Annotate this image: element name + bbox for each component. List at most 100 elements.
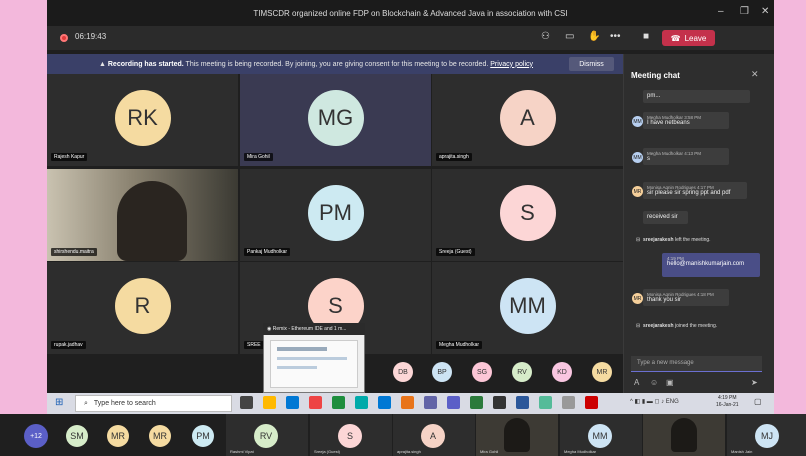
- system-user: sreejarakesh: [642, 237, 674, 243]
- strip-avatar[interactable]: SG: [472, 362, 492, 382]
- message-text: hello@manishkumarjain.com: [667, 261, 745, 267]
- taskbar-app-icon[interactable]: [309, 396, 322, 409]
- clock-time: 4:19 PM: [717, 395, 737, 401]
- notifications-icon[interactable]: ▢: [754, 397, 762, 406]
- bottom-tile-avatar: MJ: [755, 424, 779, 448]
- emoji-icon[interactable]: ☺: [650, 378, 658, 387]
- banner-body: This meeting is being recorded. By joini…: [183, 60, 491, 68]
- chat-system-message: ⊟ sreejarakesh joined the meeting.: [636, 323, 718, 329]
- message-text: thank you sir: [647, 297, 682, 303]
- windows-start-icon[interactable]: ⊞: [55, 397, 63, 408]
- strip-avatar[interactable]: DB: [393, 362, 413, 382]
- participant-name: shirshendu.maitra: [51, 248, 97, 256]
- bottom-tile-name: Mira Gohil: [480, 449, 499, 454]
- bottom-tile-name: Sreeja (Guest): [314, 449, 341, 454]
- taskbar-app-icon[interactable]: [562, 396, 575, 409]
- video-tile[interactable]: MG Mira Gohil: [240, 74, 431, 166]
- video-tile[interactable]: PM Pankaj Mudholkar: [240, 169, 431, 261]
- participant-avatar: PM: [307, 185, 364, 241]
- browser-icon: ◉: [267, 326, 272, 332]
- taskbar-app-icon[interactable]: [263, 396, 276, 409]
- preview-image: [270, 340, 358, 388]
- taskbar-app-icon[interactable]: [447, 396, 460, 409]
- bottom-tile-name: aprajita.singh: [397, 449, 421, 454]
- video-tile[interactable]: Aaprajita.singh: [432, 74, 623, 166]
- chat-message: Megha Mudholkar 4:13 PM s: [643, 148, 729, 165]
- gif-icon[interactable]: ▣: [666, 378, 674, 387]
- system-text: joined the meeting.: [673, 323, 718, 329]
- taskbar-app-icon[interactable]: [332, 396, 345, 409]
- video-tile[interactable]: S Sreeja (Guest): [432, 169, 623, 261]
- chat-icon[interactable]: ▭: [565, 31, 574, 42]
- participant-name: rupak.jadhav: [51, 341, 86, 349]
- banner-text: ▲ Recording has started. This meeting is…: [99, 60, 534, 68]
- preview-line: [277, 357, 347, 360]
- maximize-button[interactable]: ❐: [740, 6, 749, 17]
- recording-icon: [60, 34, 68, 42]
- video-tile[interactable]: Rrupak.jadhav: [47, 262, 238, 354]
- taskbar-app-icon[interactable]: [286, 396, 299, 409]
- bottom-tile-name: Rashmi Vipat: [230, 449, 254, 454]
- taskbar-clock[interactable]: 4:19 PM 16-Jan-21: [716, 395, 739, 409]
- preview-title-text: Remix - Ethereum IDE and 1 m...: [272, 326, 347, 332]
- taskbar-app-icon[interactable]: [585, 396, 598, 409]
- close-button[interactable]: ✕: [761, 6, 769, 17]
- taskbar-preview-title: ◉ Remix - Ethereum IDE and 1 m...: [263, 323, 365, 335]
- strip-avatar[interactable]: BP: [432, 362, 452, 382]
- raise-hand-icon[interactable]: ✋: [588, 31, 600, 42]
- taskbar-app-icon[interactable]: [493, 396, 506, 409]
- more-participants-badge[interactable]: +12: [24, 424, 48, 448]
- dismiss-button[interactable]: Dismiss: [569, 57, 614, 71]
- taskbar-app-icon[interactable]: [240, 396, 253, 409]
- chat-close-icon[interactable]: ✕: [751, 69, 759, 80]
- participant-avatar: S: [499, 185, 556, 241]
- taskbar-search[interactable]: ⌕ Type here to search: [75, 395, 232, 412]
- video-tile[interactable]: shirshendu.maitra: [47, 169, 238, 261]
- taskbar-app-icon[interactable]: [424, 396, 437, 409]
- bottom-avatar[interactable]: PM: [192, 425, 214, 447]
- taskbar-app-icon[interactable]: [355, 396, 368, 409]
- window-titlebar: TIMSCDR organized online FDP on Blockcha…: [47, 0, 774, 26]
- language-indicator[interactable]: ENG: [666, 399, 679, 405]
- more-actions-icon[interactable]: •••: [610, 31, 621, 42]
- participant-name: Pankaj Mudholkar: [244, 248, 291, 256]
- minimize-button[interactable]: –: [718, 6, 724, 17]
- bottom-avatar[interactable]: SM: [66, 425, 88, 447]
- bottom-tile-avatar: MM: [588, 424, 612, 448]
- participant-avatar: R: [114, 278, 171, 334]
- meeting-timer: 06:19:43: [75, 32, 107, 41]
- system-tray: ^ ◧ ▮ ▬ ◻ ♪ ENG: [630, 399, 679, 405]
- strip-avatar[interactable]: RV: [512, 362, 532, 382]
- strip-avatar[interactable]: KD: [552, 362, 572, 382]
- taskbar-app-icon[interactable]: [401, 396, 414, 409]
- chat-system-message: ⊟ sreejarakesh left the meeting.: [636, 237, 711, 243]
- bottom-tile-name: Megha Mudholkar: [564, 449, 597, 454]
- strip-avatar[interactable]: MR: [592, 362, 612, 382]
- window-title: TIMSCDR organized online FDP on Blockcha…: [253, 8, 568, 18]
- bottom-tile-avatar: RV: [254, 424, 278, 448]
- message-text: I have netbeans: [647, 120, 690, 126]
- taskbar-app-icon[interactable]: [378, 396, 391, 409]
- system-user: sreejarakesh: [642, 323, 674, 329]
- privacy-policy-link[interactable]: Privacy policy: [490, 61, 533, 68]
- taskbar-app-icon[interactable]: [470, 396, 483, 409]
- participant-name: Rajesh Kapur: [51, 153, 88, 161]
- chat-title: Meeting chat: [631, 71, 680, 80]
- leave-button[interactable]: ☎ Leave: [662, 30, 715, 46]
- format-icon[interactable]: A: [634, 378, 639, 387]
- taskbar-app-icon[interactable]: [516, 396, 529, 409]
- search-placeholder: Type here to search: [93, 400, 156, 407]
- video-tile[interactable]: RK Rajesh Kapur: [47, 74, 238, 166]
- video-tile[interactable]: MM Megha Mudholkar: [432, 262, 623, 354]
- bottom-tile-video: [671, 418, 697, 452]
- chat-input[interactable]: Type a new message: [631, 356, 762, 372]
- participant-avatar: RK: [114, 90, 171, 146]
- taskbar-app-icon[interactable]: [539, 396, 552, 409]
- participants-icon[interactable]: ⚇: [541, 31, 550, 42]
- bottom-avatar[interactable]: MR: [107, 425, 129, 447]
- bottom-avatar[interactable]: MR: [149, 425, 171, 447]
- chat-avatar: MR: [632, 186, 643, 197]
- camera-icon[interactable]: ■: [643, 31, 649, 42]
- send-icon[interactable]: ➤: [751, 378, 758, 387]
- banner-bold: Recording has started.: [107, 60, 184, 68]
